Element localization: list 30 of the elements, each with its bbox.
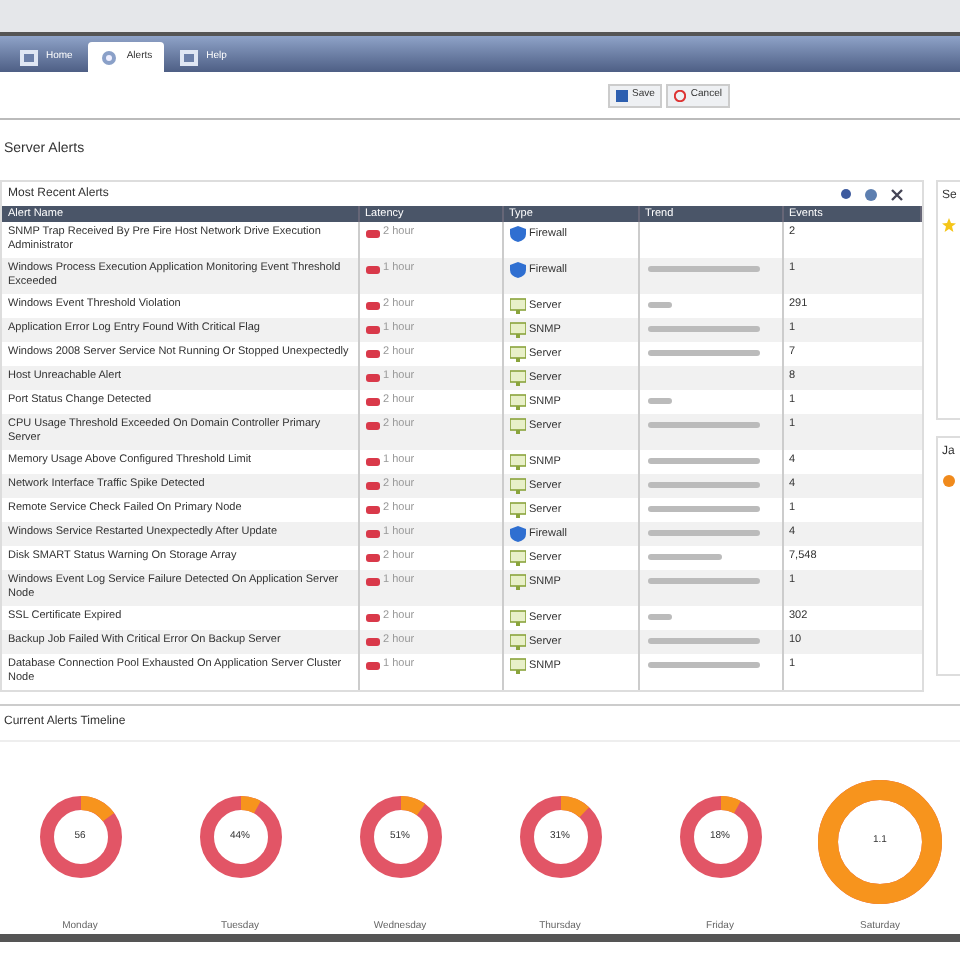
monitor-icon (509, 574, 525, 590)
monitor-icon (509, 454, 525, 470)
monitor-icon (509, 634, 525, 650)
monitor-icon (509, 610, 525, 626)
shield-icon (509, 226, 525, 242)
cancel-icon (674, 89, 687, 101)
gear-icon (100, 49, 119, 65)
dot-icon (942, 474, 956, 488)
shield-icon (509, 262, 525, 278)
star-icon (942, 218, 956, 232)
monitor-icon (509, 418, 525, 434)
shield-icon (509, 526, 525, 542)
save-icon (616, 89, 628, 101)
grid-icon (180, 49, 199, 65)
monitor-icon (509, 658, 525, 674)
donut-chart (517, 794, 603, 880)
monitor-icon (509, 502, 525, 518)
close-icon[interactable] (890, 187, 904, 201)
monitor-icon (509, 478, 525, 494)
donut-chart (677, 794, 763, 880)
monitor-icon (509, 550, 525, 566)
monitor-icon (509, 298, 525, 314)
donut-chart (197, 794, 283, 880)
donut-chart (357, 794, 443, 880)
donut-chart (37, 794, 123, 880)
grid-icon (20, 49, 38, 65)
monitor-icon (509, 370, 525, 386)
monitor-icon (509, 322, 525, 338)
monitor-icon (509, 346, 525, 362)
monitor-icon (509, 394, 525, 410)
